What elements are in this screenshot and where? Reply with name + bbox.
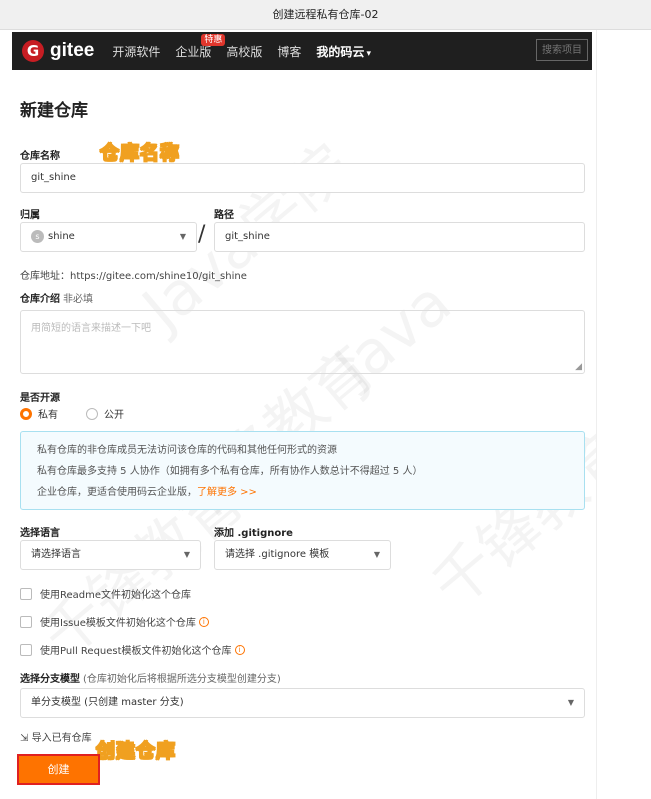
create-button[interactable]: 创建	[17, 754, 100, 785]
owner-value: shine	[48, 231, 75, 242]
branch-model-select[interactable]: 单分支模型 (只创建 master 分支) ▼	[20, 688, 585, 718]
intro-hint: 非必填	[63, 294, 93, 305]
branch-label-text: 选择分支模型	[20, 674, 80, 685]
radio-checked-icon	[20, 407, 32, 420]
intro-label: 仓库介绍 非必填	[20, 290, 93, 305]
info-line-enterprise: 企业仓库，更适合使用码云企业版，了解更多 >>	[37, 482, 568, 503]
issue-template-checkbox-row[interactable]: 使用Issue模板文件初始化这个仓库 i	[20, 614, 209, 629]
nav-item-open-source[interactable]: 开源软件	[112, 43, 160, 60]
readme-checkbox-row[interactable]: 使用Readme文件初始化这个仓库	[20, 586, 191, 601]
top-navbar: G gitee 开源软件 企业版 特惠 高校版 博客 我的码云 ▾	[12, 32, 592, 70]
chevron-down-icon: ▼	[567, 698, 574, 707]
private-info-box: 私有仓库的非仓库成员无法访问该仓库的代码和其他任何形式的资源 私有仓库最多支持 …	[20, 431, 585, 510]
visibility-label: 是否开源	[20, 393, 60, 404]
repo-name-input[interactable]: git_shine	[20, 163, 585, 193]
gitee-logo-icon: G	[22, 40, 44, 62]
annotation-repo-name: 仓库名称	[99, 142, 181, 165]
promo-badge: 特惠	[201, 33, 226, 46]
checkbox-label: 使用Pull Request模板文件初始化这个仓库	[40, 646, 232, 657]
logo-text: gitee	[50, 40, 95, 61]
page-title: 新建仓库	[20, 101, 88, 121]
info-line: 私有仓库最多支持 5 人协作（如拥有多个私有仓库，所有协作人数总计不得超过 5 …	[37, 466, 423, 477]
intro-label-text: 仓库介绍	[20, 294, 60, 305]
path-input[interactable]: git_shine	[214, 222, 585, 252]
radio-unchecked-icon	[86, 407, 98, 420]
radio-public[interactable]: 公开	[86, 406, 124, 421]
language-select[interactable]: 请选择语言 ▼	[20, 540, 201, 570]
checkbox[interactable]	[20, 587, 32, 600]
chevron-down-icon: ▼	[183, 550, 190, 559]
radio-public-label: 公开	[104, 410, 124, 421]
visibility-radio-group: 私有 公开	[20, 406, 152, 421]
nav-item-my-gitee[interactable]: 我的码云 ▾	[316, 43, 371, 60]
repo-url: 仓库地址：https://gitee.com/shine10/git_shine	[20, 271, 247, 282]
gitignore-select[interactable]: 请选择 .gitignore 模板 ▼	[214, 540, 391, 570]
language-label: 选择语言	[20, 528, 60, 539]
chevron-down-icon: ▾	[366, 48, 371, 59]
nav-item-enterprise-label: 企业版	[175, 44, 212, 59]
path-separator: /	[198, 222, 206, 247]
owner-label: 归属	[20, 210, 40, 221]
avatar: s	[31, 229, 44, 243]
nav-item-education[interactable]: 高校版	[226, 43, 262, 60]
path-label: 路径	[214, 210, 234, 221]
search-input[interactable]	[536, 39, 588, 61]
branch-hint: (仓库初始化后将根据所选分支模型创建分支)	[83, 674, 281, 685]
owner-select[interactable]: s shine ▼	[20, 222, 197, 252]
annotation-create: 创建仓库	[95, 740, 177, 763]
nav-item-enterprise[interactable]: 企业版 特惠	[175, 33, 226, 60]
checkbox-label: 使用Issue模板文件初始化这个仓库	[40, 618, 196, 629]
info-icon[interactable]: i	[234, 644, 245, 655]
nav-item-my-gitee-label: 我的码云	[316, 44, 365, 59]
checkbox[interactable]	[20, 643, 32, 656]
chevron-down-icon: ▼	[373, 550, 380, 559]
language-value: 请选择语言	[31, 549, 81, 560]
nav-item-blog[interactable]: 博客	[277, 43, 301, 60]
radio-private-label: 私有	[38, 410, 58, 421]
import-link-label: 导入已有仓库	[31, 733, 92, 744]
resize-handle-icon[interactable]: ◢	[575, 362, 582, 372]
page-right-gutter	[596, 30, 651, 799]
info-icon[interactable]: i	[198, 616, 209, 627]
chevron-down-icon: ▼	[179, 232, 186, 241]
info-line: 私有仓库的非仓库成员无法访问该仓库的代码和其他任何形式的资源	[37, 445, 337, 456]
branch-label: 选择分支模型 (仓库初始化后将根据所选分支模型创建分支)	[20, 670, 281, 685]
repo-name-label: 仓库名称	[20, 151, 60, 162]
gitignore-value: 请选择 .gitignore 模板	[225, 549, 330, 560]
gitee-logo[interactable]: G gitee	[22, 40, 94, 62]
learn-more-link[interactable]: 了解更多 >>	[197, 487, 257, 498]
checkbox[interactable]	[20, 615, 32, 628]
import-repo-link[interactable]: ⇲ 导入已有仓库	[20, 729, 92, 744]
pr-template-checkbox-row[interactable]: 使用Pull Request模板文件初始化这个仓库 i	[20, 642, 245, 657]
radio-private[interactable]: 私有	[20, 406, 58, 421]
intro-textarea[interactable]: 用简短的语言来描述一下吧 ◢	[20, 310, 585, 374]
info-line: 企业仓库，更适合使用码云企业版，	[37, 487, 197, 498]
branch-value: 单分支模型 (只创建 master 分支)	[31, 697, 184, 708]
gitignore-label: 添加 .gitignore	[214, 528, 293, 539]
intro-placeholder: 用简短的语言来描述一下吧	[31, 323, 151, 334]
import-icon: ⇲	[20, 733, 29, 744]
checkbox-label: 使用Readme文件初始化这个仓库	[40, 590, 192, 601]
window-title: 创建远程私有仓库-02	[0, 0, 651, 30]
